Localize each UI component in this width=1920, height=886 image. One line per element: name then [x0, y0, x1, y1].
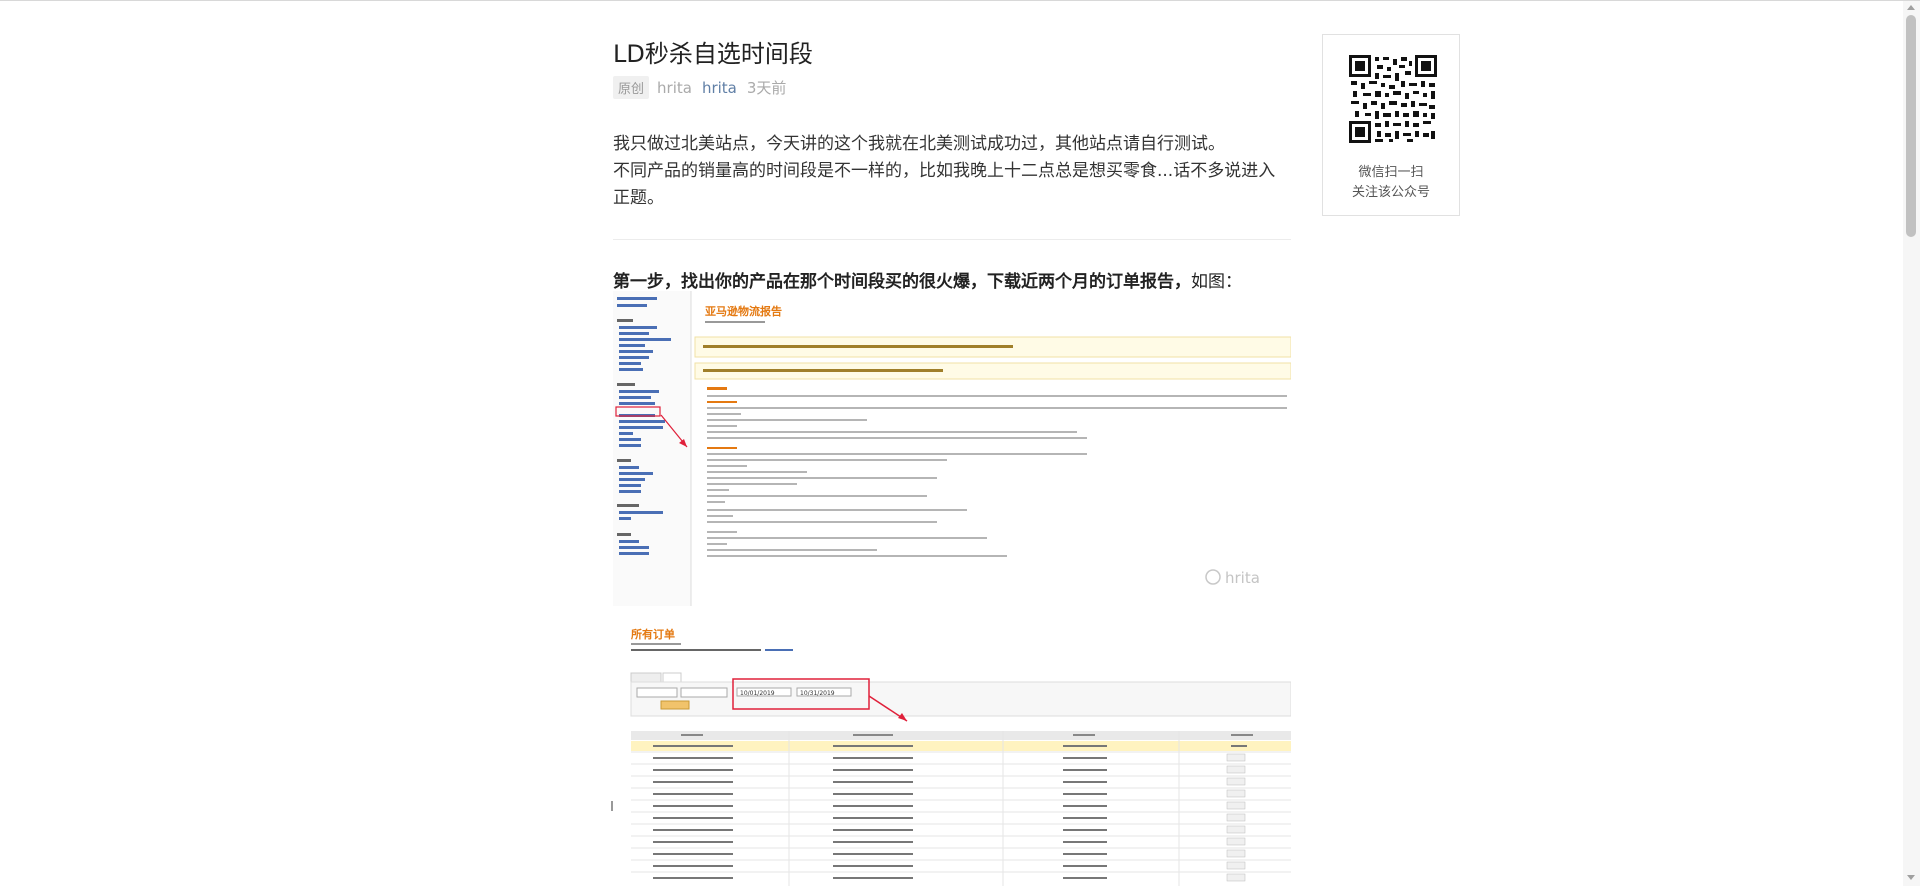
step-one-heading: 第一步，找出你的产品在那个时间段买的很火爆，下载近两个月的订单报告，如图：: [613, 267, 1242, 292]
step-one-tail: 如图：: [1191, 272, 1242, 292]
qr-card: 微信扫一扫 关注该公众号: [1322, 34, 1460, 216]
intro-text: 我只做过北美站点，今天讲的这个我就在北美测试成功过，其他站点请自行测试。 不同产…: [613, 131, 1291, 212]
figure2-date-from: 10/01/2019: [740, 690, 775, 697]
figure1-header: 亚马逊物流报告: [705, 304, 782, 318]
original-badge: 原创: [613, 76, 650, 99]
account-link[interactable]: hrita: [702, 79, 737, 97]
collapse-handle[interactable]: [611, 801, 613, 811]
fba-report-screenshot: 亚马逊物流报告 hrita: [613, 291, 1291, 606]
orders-report-image: 所有订单 10/01/2019 10/31/2019: [613, 621, 1291, 886]
article-meta: 原创 hrita hrita 3天前: [613, 76, 786, 99]
figure2-date-to: 10/31/2019: [800, 690, 835, 697]
figure1-watermark: hrita: [1225, 569, 1260, 587]
orders-report-screenshot: 所有订单 10/01/2019 10/31/2019: [613, 621, 1291, 886]
intro-line-2: 不同产品的销量高的时间段是不一样的，比如我晚上十二点总是想买零食...话不多说进…: [613, 161, 1276, 208]
fba-report-image: 亚马逊物流报告 hrita: [613, 291, 1291, 606]
qr-caption-line-1: 微信扫一扫: [1358, 165, 1424, 180]
qr-caption-line-2: 关注该公众号: [1351, 185, 1430, 200]
scroll-down-arrow-icon[interactable]: [1907, 875, 1915, 880]
article-title: LD秒杀自选时间段: [613, 40, 813, 68]
intro-line-1: 我只做过北美站点，今天讲的这个我就在北美测试成功过，其他站点请自行测试。: [613, 134, 1225, 154]
scrollbar-thumb[interactable]: [1906, 15, 1916, 237]
figure2-header: 所有订单: [631, 627, 675, 641]
author-name: hrita: [657, 78, 692, 97]
step-one-bold: 第一步，找出你的产品在那个时间段买的很火爆，下载近两个月的订单报告，: [613, 272, 1191, 292]
qr-code-icon: [1349, 55, 1437, 143]
divider: [613, 239, 1291, 240]
publish-time: 3天前: [746, 79, 787, 97]
scroll-up-arrow-icon[interactable]: [1907, 5, 1915, 10]
